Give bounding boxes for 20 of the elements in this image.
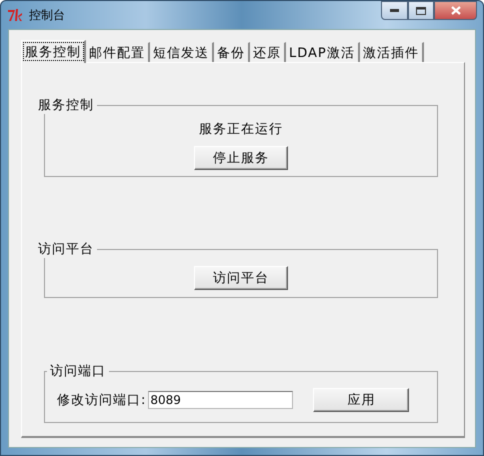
group-title: 访问平台 [37, 241, 95, 258]
close-icon [450, 6, 460, 15]
maximize-button[interactable] [408, 1, 434, 20]
window-title: 控制台 [29, 6, 66, 24]
service-status: 服务正在运行 [199, 121, 283, 138]
port-label: 修改访问端口: [57, 392, 146, 409]
stop-service-button[interactable]: 停止服务 [194, 146, 288, 170]
access-platform-button[interactable]: 访问平台 [194, 266, 288, 290]
close-button[interactable] [434, 1, 477, 20]
apply-button[interactable]: 应用 [313, 388, 410, 412]
tab[interactable]: 还原 [250, 42, 286, 62]
minimize-button[interactable] [381, 1, 408, 20]
tab[interactable]: 服务控制 [21, 40, 86, 63]
tab[interactable]: 备份 [214, 42, 250, 62]
minimize-icon [390, 9, 399, 12]
maximize-icon [416, 6, 426, 14]
group-title: 访问端口 [49, 363, 107, 380]
app-icon [7, 8, 23, 22]
group-title: 服务控制 [37, 97, 95, 114]
port-field[interactable]: 8089 [148, 391, 294, 409]
